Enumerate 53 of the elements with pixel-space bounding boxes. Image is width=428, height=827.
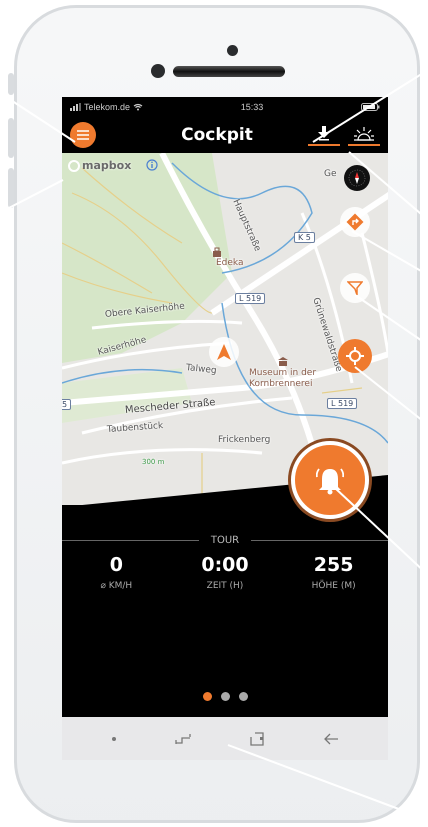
menu-icon xyxy=(76,129,90,141)
street-label: Mescheder Straße xyxy=(124,397,216,416)
signal-icon xyxy=(70,103,81,111)
road-number-label: 5 xyxy=(62,399,72,410)
place-label: Museum in der Kornbrennerei xyxy=(249,368,316,390)
page-dot[interactable] xyxy=(202,692,212,701)
status-time: 15:33 xyxy=(240,102,264,112)
road-number-label: L 519 xyxy=(327,398,358,409)
toggle-button[interactable] xyxy=(308,124,340,146)
road-number-label: L 519 xyxy=(235,293,266,304)
recents-icon xyxy=(175,732,191,745)
place-label: Ge xyxy=(324,169,337,179)
compass-icon xyxy=(348,169,366,187)
camera-dot xyxy=(227,45,238,56)
road-number-label: K 5 xyxy=(294,232,315,243)
stat-label: HÖHE (M) xyxy=(312,581,356,591)
page-dot[interactable] xyxy=(220,692,230,701)
home-icon xyxy=(249,730,265,746)
route-button[interactable] xyxy=(340,207,370,237)
shop-icon xyxy=(212,247,222,257)
street-label: Obere Kaiserhöhe xyxy=(104,302,186,320)
museum-icon xyxy=(278,357,288,367)
screen-title: Cockpit xyxy=(180,125,254,145)
filter-button[interactable] xyxy=(340,273,370,303)
sun-icon xyxy=(354,126,374,141)
street-label: Talweg xyxy=(185,363,217,376)
compass-button[interactable] xyxy=(344,165,370,191)
route-icon xyxy=(346,213,364,231)
menu-button[interactable] xyxy=(70,122,96,148)
download-icon xyxy=(317,126,331,141)
stat-label: ZEIT (H) xyxy=(206,581,244,591)
street-label: Taubenstück xyxy=(106,421,164,435)
toggle-button[interactable] xyxy=(348,124,380,146)
wifi-icon xyxy=(133,103,144,111)
map-attribution: mapbox xyxy=(82,159,132,172)
carrier-name: Telekom.de xyxy=(84,102,130,112)
arrow-icon xyxy=(217,344,231,360)
stat-value: 255 xyxy=(314,554,354,576)
stat-label: ⌀ KM/H xyxy=(100,581,132,591)
crosshair-icon xyxy=(346,347,364,365)
section-title: TOUR xyxy=(210,535,240,546)
place-label: Edeka xyxy=(216,258,244,268)
place-label: Frickenberg xyxy=(218,435,270,445)
battery-icon xyxy=(361,103,380,111)
mapbox-logo-icon xyxy=(68,160,80,172)
info-icon[interactable] xyxy=(146,159,158,171)
filter-icon xyxy=(347,280,363,296)
dot-icon xyxy=(111,736,117,742)
stat-value: 0:00 xyxy=(201,554,249,576)
sensor-dot xyxy=(151,64,165,78)
back-icon xyxy=(323,732,339,746)
page-dot[interactable] xyxy=(238,692,248,701)
stat-value: 0 xyxy=(110,554,123,576)
